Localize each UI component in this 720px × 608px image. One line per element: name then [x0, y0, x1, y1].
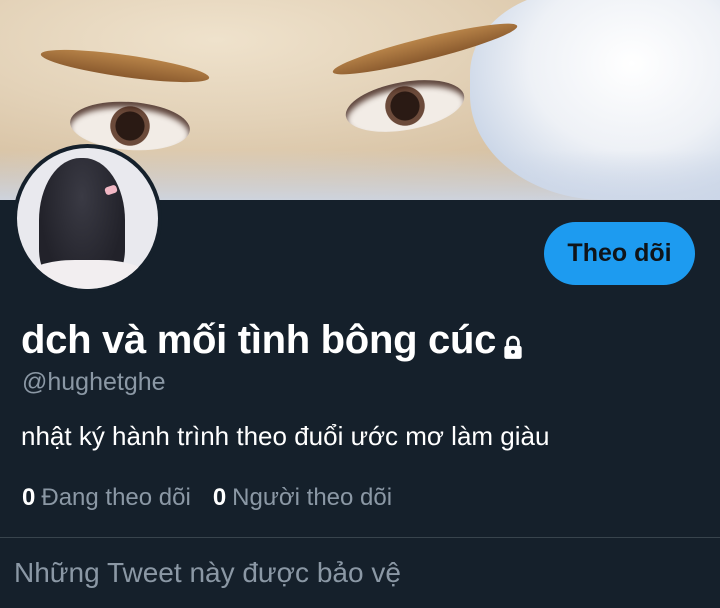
followers-stat[interactable]: 0 Người theo dõi: [213, 484, 392, 512]
following-count: 0: [22, 484, 36, 511]
follow-button[interactable]: Theo dõi: [544, 222, 695, 285]
follow-stats: 0 Đang theo dõi 0 Người theo dõi: [22, 484, 392, 512]
protected-tweets-message: Những Tweet này được bảo vệ: [14, 557, 401, 588]
display-name: dch và mối tình bông cúc: [21, 318, 497, 362]
avatar-shirt: [27, 260, 147, 289]
user-handle: @hughetghe: [22, 368, 166, 396]
following-stat[interactable]: 0 Đang theo dõi: [22, 484, 191, 512]
lock-icon: [500, 326, 526, 359]
banner-eye-left: [68, 97, 192, 155]
section-divider: [0, 537, 720, 538]
followers-count: 0: [212, 484, 227, 511]
user-bio: nhật ký hành trình theo đuổi ước mơ làm …: [21, 421, 550, 451]
followers-label: Người theo dõi: [232, 484, 393, 511]
avatar[interactable]: [17, 148, 158, 289]
banner-eye-right: [341, 71, 469, 141]
following-label: Đang theo dõi: [41, 484, 191, 511]
display-name-row: dch và mối tình bông cúc: [21, 318, 526, 363]
banner-brow-left: [39, 43, 211, 89]
